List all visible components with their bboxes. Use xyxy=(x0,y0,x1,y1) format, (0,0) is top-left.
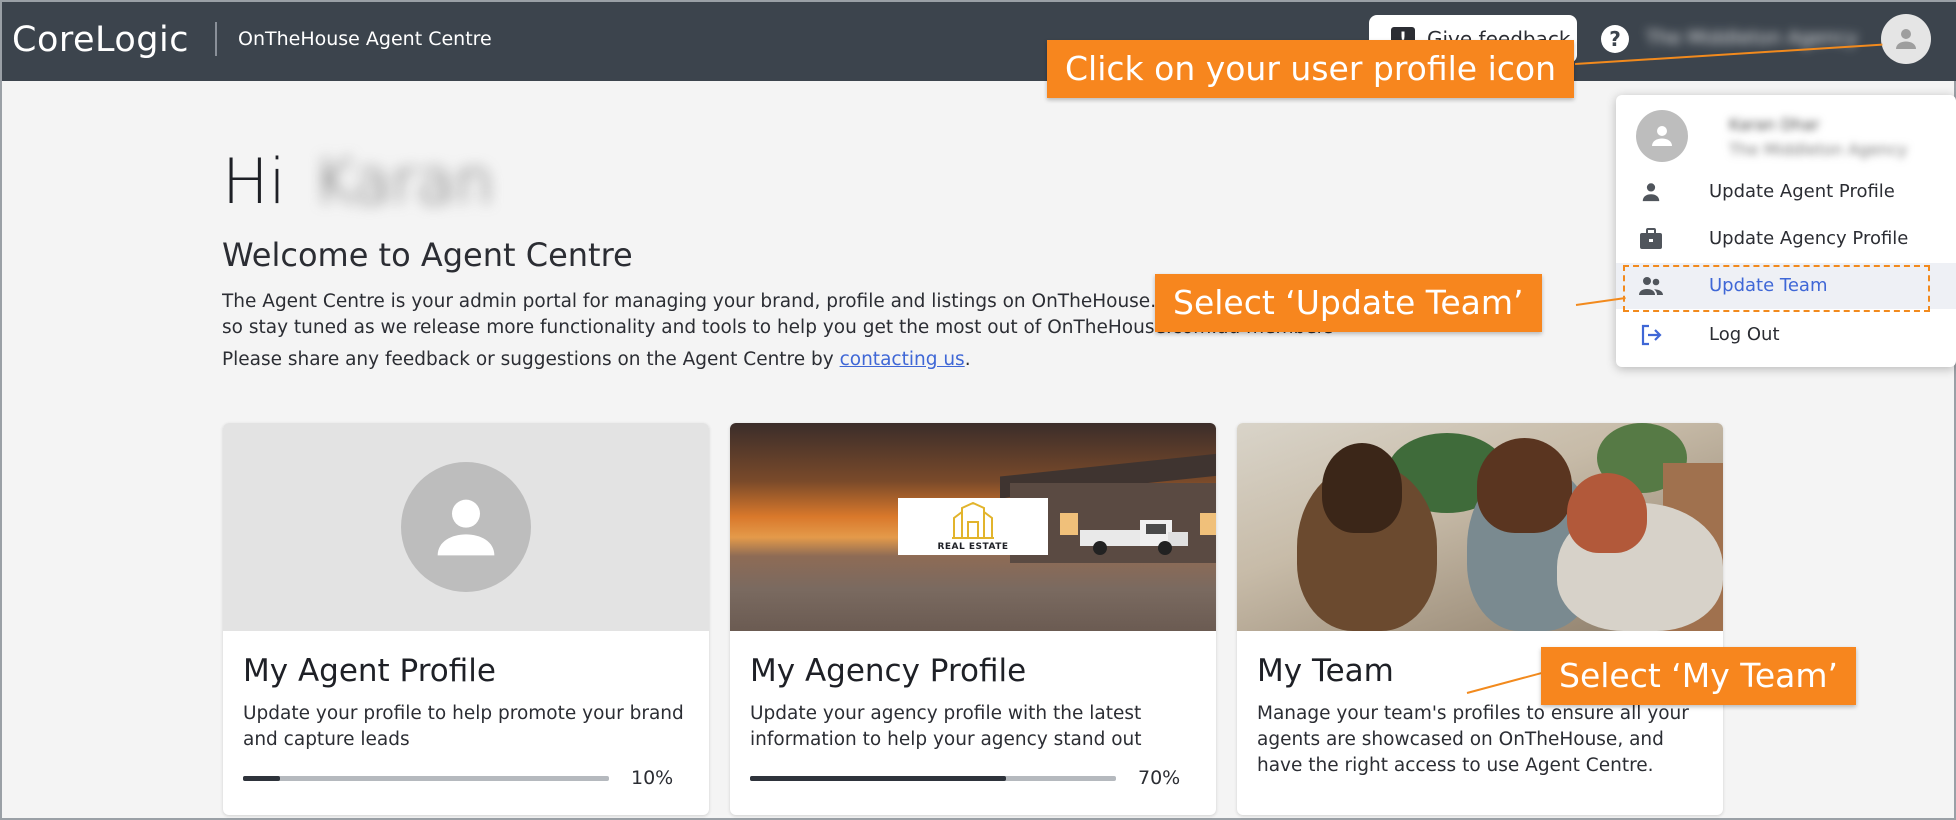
menu-item-label: Log Out xyxy=(1709,324,1780,345)
progress-percent: 10% xyxy=(631,767,674,789)
progress-fill xyxy=(243,775,280,781)
greeting-heading: Hi Karan xyxy=(222,145,494,218)
card-description: Update your agency profile with the late… xyxy=(750,703,1142,750)
truck-image xyxy=(1080,520,1188,555)
menu-item-label: Update Agent Profile xyxy=(1709,181,1895,202)
avatar xyxy=(1636,110,1688,162)
welcome-title: Welcome to Agent Centre xyxy=(222,236,633,274)
real-estate-logo-text: REAL ESTATE xyxy=(937,541,1009,552)
feedback-suffix: . xyxy=(964,349,971,370)
user-profile-icon[interactable] xyxy=(1881,14,1931,64)
greeting-user-name: Karan xyxy=(313,145,494,218)
app-name: OnTheHouse Agent Centre xyxy=(238,28,492,50)
avatar xyxy=(401,462,531,592)
menu-item-label: Update Agency Profile xyxy=(1709,228,1909,249)
feedback-prefix: Please share any feedback or suggestions… xyxy=(222,349,840,370)
menu-item-update-agent-profile[interactable]: Update Agent Profile xyxy=(1616,169,1956,215)
contacting-us-link[interactable]: contacting us xyxy=(840,349,965,370)
card-title: My Agent Profile xyxy=(243,653,496,689)
progress-track xyxy=(243,775,609,781)
callout-my-team: Select ‘My Team’ xyxy=(1541,647,1856,705)
menu-item-label: Update Team xyxy=(1709,275,1828,296)
callout-update-team: Select ‘Update Team’ xyxy=(1155,274,1542,332)
person-head xyxy=(1322,443,1402,533)
building-window xyxy=(1200,513,1216,535)
person-icon xyxy=(1652,126,1672,146)
card-title: My Agency Profile xyxy=(750,653,1027,689)
agency-profile-image: REAL ESTATE xyxy=(730,423,1216,631)
progress-track xyxy=(750,775,1116,781)
menu-user-name: Karan Dhar xyxy=(1729,115,1820,134)
building-window xyxy=(1060,513,1078,535)
team-image xyxy=(1237,423,1723,631)
callout-profile-icon: Click on your user profile icon xyxy=(1047,40,1575,98)
card-description: Update your profile to help promote your… xyxy=(243,703,684,750)
person-head xyxy=(1477,438,1572,533)
agent-profile-image xyxy=(223,423,709,631)
header-divider xyxy=(215,22,217,56)
menu-item-update-agency-profile[interactable]: Update Agency Profile xyxy=(1616,216,1956,262)
person-head xyxy=(1567,473,1647,553)
corelogic-logo[interactable]: CoreLogic xyxy=(12,16,189,64)
person-icon xyxy=(437,499,495,556)
menu-item-update-team[interactable]: Update Team xyxy=(1616,263,1956,309)
card-my-team[interactable]: My Team Manage your team's profiles to e… xyxy=(1237,423,1723,815)
card-my-agent-profile[interactable]: My Agent Profile Update your profile to … xyxy=(223,423,709,815)
team-icon xyxy=(1638,274,1664,298)
greeting-prefix: Hi xyxy=(222,145,286,218)
feedback-text: Please share any feedback or suggestions… xyxy=(222,349,971,370)
menu-user-header: Karan Dhar The Middleton Agency xyxy=(1636,110,1936,162)
help-icon[interactable]: ? xyxy=(1601,25,1629,53)
menu-item-log-out[interactable]: Log Out xyxy=(1616,312,1956,358)
card-description: Manage your team's profiles to ensure al… xyxy=(1257,703,1689,776)
progress-fill xyxy=(750,775,1007,781)
agency-progress: 70% xyxy=(750,767,1196,789)
person-icon xyxy=(1638,180,1664,204)
logout-icon xyxy=(1638,323,1664,347)
header-agency-name: The Middleton Agency xyxy=(1646,27,1858,49)
briefcase-icon xyxy=(1638,227,1664,251)
card-my-agency-profile[interactable]: REAL ESTATE My Agency Profile Update you… xyxy=(730,423,1216,815)
progress-percent: 70% xyxy=(1138,767,1181,789)
menu-user-agency: The Middleton Agency xyxy=(1729,140,1908,159)
person-icon xyxy=(1896,29,1916,49)
profile-progress: 10% xyxy=(243,767,689,789)
real-estate-logo: REAL ESTATE xyxy=(898,498,1048,555)
building-logo-icon xyxy=(952,501,994,539)
top-header: CoreLogic OnTheHouse Agent Centre ! Give… xyxy=(2,2,1956,81)
user-menu-dropdown: Karan Dhar The Middleton Agency Update A… xyxy=(1616,95,1956,367)
